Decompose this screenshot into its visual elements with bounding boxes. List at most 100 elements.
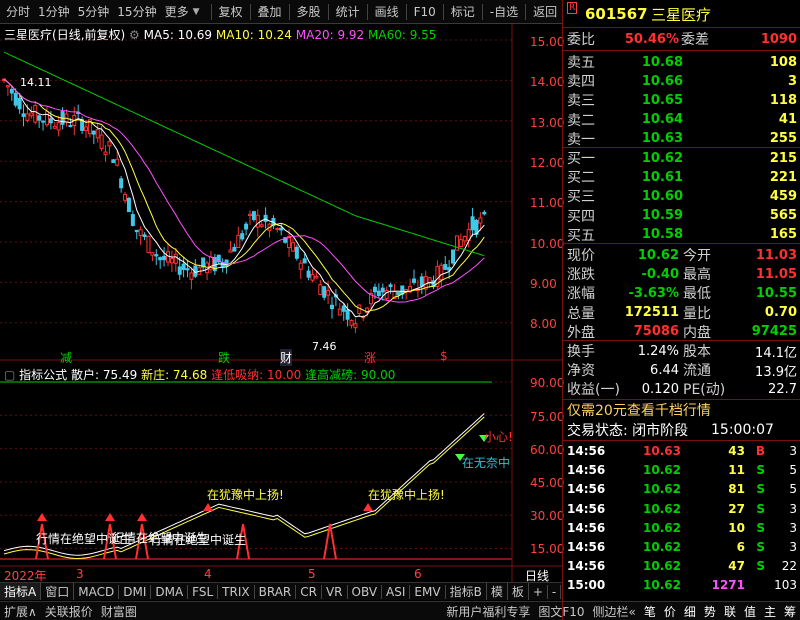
add-button[interactable]: +	[529, 584, 548, 599]
tab-vr[interactable]: VR	[322, 584, 348, 599]
multi-stock-button[interactable]: 多股	[293, 3, 325, 20]
tab-indicator-b[interactable]: 指标B	[446, 583, 487, 600]
f10-button[interactable]: F10	[410, 5, 440, 19]
tab-board[interactable]: 板	[508, 583, 529, 600]
tab-template[interactable]: 模	[487, 583, 508, 600]
tick-flag: S	[756, 559, 765, 574]
ask-price: 10.65	[641, 92, 683, 108]
weicha-value: 1090	[760, 31, 797, 47]
tab-obv[interactable]: OBV	[348, 584, 383, 599]
bid-volume: 459	[769, 188, 797, 204]
tab-window[interactable]: 窗口	[41, 583, 75, 600]
tab-indicator-a[interactable]: 指标A	[0, 583, 42, 600]
tab-brar[interactable]: BRAR	[255, 584, 297, 599]
candle	[115, 158, 120, 166]
axis-tick: 12.00	[530, 156, 565, 170]
tick-price: 10.62	[643, 463, 681, 478]
candle	[255, 214, 260, 228]
candle	[345, 309, 350, 320]
weibi-label: 委比	[567, 32, 595, 48]
tab-15min[interactable]: 15分钟	[113, 3, 160, 20]
bid-row: 买一 10.62 215	[563, 148, 800, 168]
event-marker-fall[interactable]: 跌	[218, 349, 230, 366]
candle	[341, 305, 346, 312]
stat-row: 换手 1.24% 股本 14.1亿	[563, 341, 800, 361]
ask-volume: 118	[769, 92, 797, 108]
tab-cr[interactable]: CR	[296, 584, 322, 599]
divider	[563, 50, 800, 51]
expand-button[interactable]: 扩展∧	[0, 603, 41, 620]
promo-text[interactable]: 仅需20元查看千档行情	[567, 400, 711, 420]
tab-fsl[interactable]: FSL	[188, 584, 219, 599]
candle	[310, 274, 315, 281]
event-marker-reduce[interactable]: 减	[60, 349, 72, 366]
tick-price: 10.62	[643, 559, 681, 574]
related-quote-button[interactable]: 关联报价	[41, 603, 97, 620]
watchlist-button[interactable]: -自选	[486, 3, 522, 20]
candle	[84, 126, 88, 132]
bid-price: 10.60	[641, 188, 683, 204]
tab-emv[interactable]: EMV	[410, 584, 446, 599]
candle	[259, 224, 264, 227]
candle	[17, 97, 22, 110]
event-marker-finance[interactable]: 财	[280, 349, 293, 366]
candle	[396, 292, 401, 296]
trade-state: 交易状态: 闭市阶段	[567, 423, 689, 439]
candle	[232, 246, 237, 252]
ask-level-label: 卖四	[567, 74, 595, 91]
overlay-button[interactable]: 叠加	[254, 3, 286, 20]
fuquan-button[interactable]: 复权	[215, 3, 247, 20]
candle	[314, 275, 319, 279]
tab-dma[interactable]: DMA	[151, 584, 189, 599]
tab-asi[interactable]: ASI	[382, 584, 411, 599]
stats-button[interactable]: 统计	[332, 3, 364, 20]
candle	[482, 211, 487, 215]
mark-button[interactable]: 标记	[447, 3, 479, 20]
tab-fenshi[interactable]: 分时	[2, 3, 34, 20]
candle	[275, 228, 280, 231]
tick-count: 22	[781, 559, 797, 574]
tick-count: 3	[789, 501, 797, 516]
candle	[134, 229, 139, 233]
stat-row: 净资 6.44 流通 13.9亿	[563, 360, 800, 380]
tab-1min[interactable]: 1分钟	[34, 3, 74, 20]
tick-volume: 47	[728, 559, 745, 574]
remove-button[interactable]: -	[548, 584, 562, 599]
tick-time: 14:56	[567, 444, 606, 458]
ask-row: 卖二 10.64 41	[563, 110, 800, 130]
back-button[interactable]: 返回	[529, 3, 561, 20]
tab-macd[interactable]: MACD	[74, 584, 120, 599]
new-user-promo[interactable]: 新用户福利专享	[442, 603, 534, 620]
ask-volume: 41	[778, 112, 797, 128]
chevron-down-icon[interactable]: ▼	[193, 7, 200, 17]
up-arrow-icon	[363, 503, 373, 511]
event-marker-dollar[interactable]: $	[440, 349, 448, 363]
draw-line-button[interactable]: 画线	[371, 3, 403, 20]
date-tick: 6	[414, 567, 422, 581]
tick-flag: S	[756, 463, 765, 478]
more-menu[interactable]: 更多	[161, 3, 193, 20]
ask-level-label: 卖一	[567, 131, 595, 148]
stat-label: 涨幅	[567, 286, 595, 303]
stat-label: 今开	[683, 248, 711, 264]
top-toolbar: 分时 1分钟 5分钟 15分钟 更多 ▼ 复权 叠加 多股 统计 画线 F10 …	[0, 0, 562, 24]
axis-tick: 14.00	[530, 75, 565, 89]
tick-volume: 43	[728, 444, 745, 458]
stat-value: 22.7	[768, 381, 797, 397]
candle	[126, 197, 131, 213]
tick-price: 10.62	[643, 501, 681, 516]
tab-5min[interactable]: 5分钟	[74, 3, 114, 20]
tick-flag: B	[755, 444, 765, 458]
tick-count: 5	[789, 482, 797, 497]
tab-dmi[interactable]: DMI	[119, 584, 152, 599]
promo-banner[interactable]: 仅需20元查看千档行情	[563, 400, 800, 420]
axis-tick: 13.00	[530, 116, 565, 130]
tick-row: 14:56 10.62 47 S 22	[563, 556, 800, 576]
wealth-circle-button[interactable]: 财富圈	[97, 603, 141, 620]
stat-row: 外盘 75086 内盘 97425	[563, 322, 800, 342]
bid-row: 买二 10.61 221	[563, 167, 800, 187]
stat-row: 总量 172511 量比 0.70	[563, 303, 800, 323]
event-marker-rise[interactable]: 涨	[364, 349, 376, 366]
candle	[166, 251, 170, 263]
tab-trix[interactable]: TRIX	[218, 584, 255, 599]
